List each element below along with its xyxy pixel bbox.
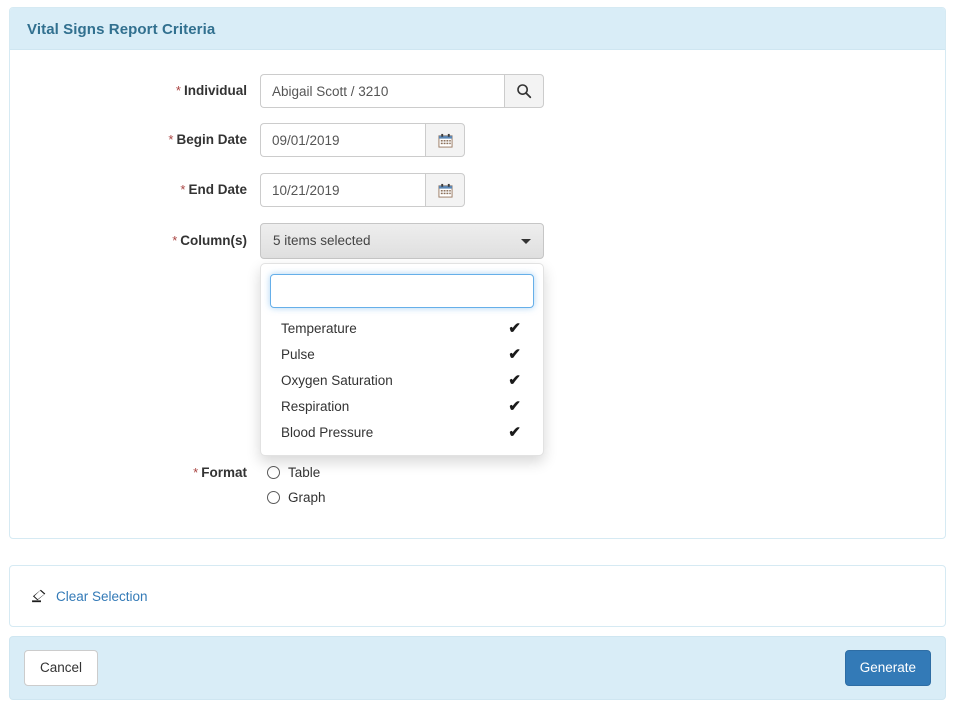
cancel-button[interactable]: Cancel: [24, 650, 98, 686]
columns-option-pulse[interactable]: Pulse ✔: [261, 342, 543, 368]
required-marker: *: [175, 83, 181, 98]
chevron-down-icon: [521, 239, 531, 244]
control-begin-date: [260, 123, 465, 157]
label-individual-text: Individual: [183, 83, 247, 98]
label-individual: * Individual: [10, 74, 247, 108]
clear-selection-label: Clear Selection: [56, 588, 148, 604]
check-icon: ✔: [508, 346, 521, 363]
end-date-input-group: [260, 173, 465, 207]
check-icon: ✔: [508, 372, 521, 389]
begin-date-calendar-button[interactable]: [425, 123, 465, 157]
columns-search-holder: [261, 274, 543, 316]
end-date-calendar-button[interactable]: [425, 173, 465, 207]
form-footer: Cancel Generate: [9, 636, 946, 700]
clear-selection-link[interactable]: Clear Selection: [30, 588, 148, 605]
individual-input-group: [260, 74, 544, 108]
label-begin-date-text: Begin Date: [176, 132, 247, 147]
panel-header: Vital Signs Report Criteria: [10, 8, 945, 50]
criteria-form: * Individual Abigail Scott / 3210 * Begi…: [10, 50, 945, 538]
required-marker: *: [172, 233, 178, 248]
columns-option-label: Blood Pressure: [281, 425, 374, 440]
radio-label-table: Table: [288, 465, 321, 480]
calendar-icon: [437, 133, 453, 148]
columns-option-label: Pulse: [281, 347, 315, 362]
columns-dropdown-toggle[interactable]: 5 items selected: [260, 223, 544, 259]
label-columns: * Column(s): [10, 223, 247, 259]
generate-button[interactable]: Generate: [844, 650, 931, 686]
individual-search-button[interactable]: [504, 74, 544, 108]
check-icon: ✔: [508, 320, 521, 337]
label-end-date-text: End Date: [188, 182, 247, 197]
begin-date-input[interactable]: [260, 123, 425, 157]
required-marker: *: [168, 132, 174, 147]
label-format: * Format: [10, 460, 247, 485]
columns-multiselect: 5 items selected Temperature ✔ Pulse ✔ O…: [260, 223, 544, 456]
columns-option-blood-pressure[interactable]: Blood Pressure ✔: [261, 420, 543, 446]
check-icon: ✔: [508, 424, 521, 441]
search-icon: [517, 84, 532, 99]
clear-selection-panel: Clear Selection: [9, 565, 946, 627]
control-end-date: [260, 173, 465, 207]
control-individual: [260, 74, 544, 108]
required-marker: *: [180, 182, 186, 197]
label-columns-text: Column(s): [180, 233, 247, 248]
control-format: Table Graph: [267, 460, 326, 510]
radio-option-table[interactable]: Table: [267, 460, 326, 485]
radio-icon: [267, 466, 280, 479]
eraser-icon: [32, 589, 46, 602]
columns-dropdown-label: 5 items selected: [273, 233, 371, 248]
columns-option-label: Oxygen Saturation: [281, 373, 393, 388]
label-format-text: Format: [201, 465, 247, 480]
begin-date-input-group: [260, 123, 465, 157]
field-row-begin-date: * Begin Date: [10, 123, 945, 157]
columns-option-respiration[interactable]: Respiration ✔: [261, 394, 543, 420]
label-begin-date: * Begin Date: [10, 123, 247, 157]
columns-option-temperature[interactable]: Temperature ✔: [261, 316, 543, 342]
end-date-input[interactable]: [260, 173, 425, 207]
columns-option-label: Respiration: [281, 399, 350, 414]
field-row-end-date: * End Date: [10, 173, 945, 207]
calendar-icon: [437, 183, 453, 198]
criteria-panel: Vital Signs Report Criteria *Individual: [9, 7, 946, 539]
page-title: Vital Signs Report Criteria: [27, 21, 216, 38]
radio-icon: [267, 491, 280, 504]
check-icon: ✔: [508, 398, 521, 415]
field-row-individual: * Individual: [10, 74, 945, 108]
radio-option-graph[interactable]: Graph: [267, 485, 326, 510]
columns-option-label: Temperature: [281, 321, 357, 336]
control-columns: 5 items selected Temperature ✔ Pulse ✔ O…: [260, 223, 544, 456]
label-end-date: * End Date: [10, 173, 247, 207]
required-marker: *: [193, 465, 199, 480]
columns-dropdown-menu: Temperature ✔ Pulse ✔ Oxygen Saturation …: [260, 263, 544, 456]
report-criteria-page: Vital Signs Report Criteria *Individual: [9, 7, 946, 700]
columns-search-input[interactable]: [270, 274, 534, 308]
columns-option-oxygen-saturation[interactable]: Oxygen Saturation ✔: [261, 368, 543, 394]
individual-input[interactable]: [260, 74, 504, 108]
radio-label-graph: Graph: [288, 490, 326, 505]
